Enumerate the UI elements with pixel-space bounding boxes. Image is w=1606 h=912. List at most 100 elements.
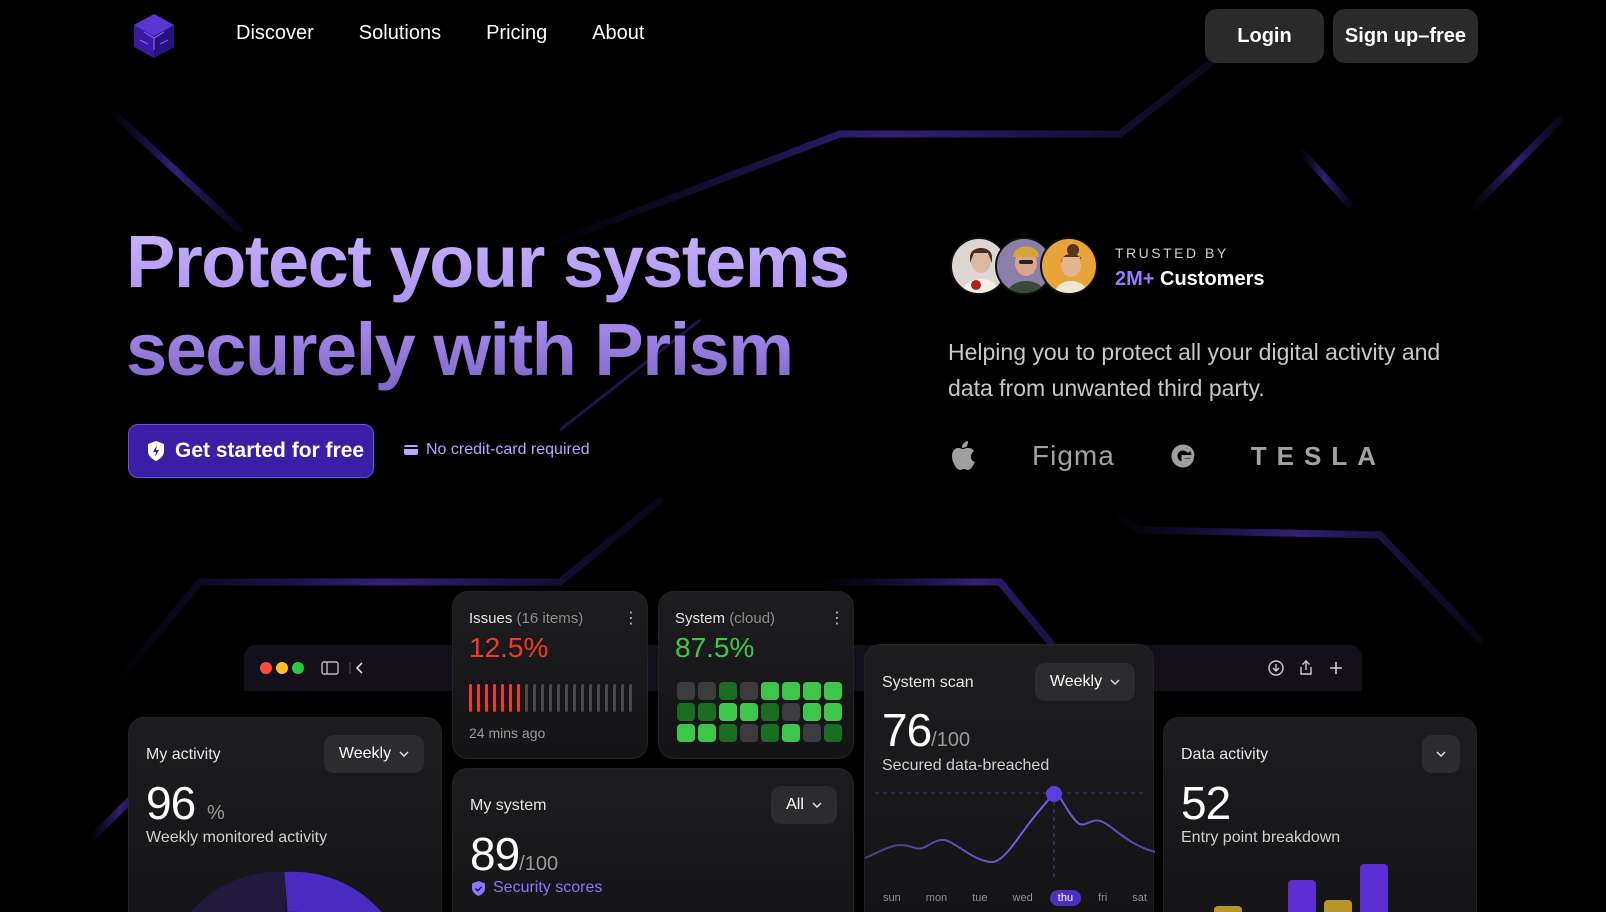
system-scan-score-value: 76 [882, 704, 932, 756]
status-cell [698, 703, 716, 721]
maximize-window-dot[interactable] [292, 662, 304, 674]
no-credit-card-note: No credit-card required [404, 441, 590, 459]
issues-tick-bar [469, 684, 632, 712]
data-activity-title: Data activity [1181, 746, 1269, 763]
issue-tick [469, 684, 472, 712]
nav-pricing[interactable]: Pricing [486, 22, 547, 45]
issues-percentage: 12.5% [469, 632, 549, 663]
my-system-card: My system All 89/100 Security scores [452, 768, 854, 912]
nav-discover[interactable]: Discover [236, 22, 314, 45]
issue-tick [525, 684, 528, 712]
share-icon[interactable] [1296, 658, 1316, 678]
download-icon[interactable] [1266, 658, 1286, 678]
issue-tick [533, 684, 536, 712]
status-cell [803, 703, 821, 721]
nav-solutions[interactable]: Solutions [359, 22, 441, 45]
get-started-button[interactable]: Get started for free [128, 424, 374, 478]
customer-avatars [950, 237, 1100, 295]
more-options-icon[interactable]: ⋮ [829, 608, 845, 628]
issue-tick [605, 684, 608, 712]
issue-tick [597, 684, 600, 712]
activity-donut-chart [190, 871, 382, 912]
data-activity-filter-select[interactable] [1422, 735, 1460, 773]
system-scan-filter-value: Weekly [1049, 673, 1103, 690]
issue-tick [509, 684, 512, 712]
trusted-by-label: TRUSTED BY [1115, 245, 1229, 261]
signup-button[interactable]: Sign up–free [1333, 9, 1478, 63]
issue-tick [493, 684, 496, 712]
trusted-count-suffix: Customers [1154, 268, 1265, 290]
issue-tick [501, 684, 504, 712]
data-activity-value: 52 [1181, 777, 1231, 829]
day-thu[interactable]: thu [1049, 890, 1082, 906]
my-activity-filter-select[interactable]: Weekly [324, 735, 424, 773]
issue-tick [565, 684, 568, 712]
login-button[interactable]: Login [1205, 9, 1324, 63]
plus-icon[interactable] [1326, 658, 1346, 678]
my-activity-title: My activity [146, 746, 221, 763]
my-system-filter-value: All [786, 796, 804, 813]
issues-count: (16 items) [516, 610, 584, 627]
chart-bar [1214, 906, 1242, 912]
trusted-count-number: 2M+ [1115, 268, 1155, 290]
status-cell [677, 703, 695, 721]
security-scores-text: Security scores [493, 879, 603, 896]
issue-tick [629, 684, 632, 712]
day-sat[interactable]: sat [1124, 890, 1155, 906]
prism-logo-icon[interactable] [130, 12, 178, 60]
status-cell [824, 703, 842, 721]
issues-time: 24 mins ago [469, 725, 546, 741]
my-system-filter-select[interactable]: All [771, 786, 837, 824]
status-cell [677, 682, 695, 700]
system-title: System (cloud) [675, 610, 775, 627]
chevron-down-icon [1436, 751, 1446, 757]
nav-about[interactable]: About [592, 22, 644, 45]
status-cell [782, 703, 800, 721]
status-cell [698, 724, 716, 742]
my-activity-filter-value: Weekly [338, 745, 392, 762]
close-window-dot[interactable] [260, 662, 272, 674]
system-scan-title: System scan [882, 674, 974, 691]
sidebar-toggle-icon[interactable] [320, 658, 340, 678]
system-tag: (cloud) [729, 610, 776, 627]
google-logo-icon [1171, 444, 1195, 468]
system-scan-subtitle: Secured data-breached [882, 757, 1050, 774]
day-mon[interactable]: mon [918, 890, 955, 906]
day-tue[interactable]: tue [964, 890, 995, 906]
day-wed[interactable]: wed [1005, 890, 1041, 906]
chart-highlight-point[interactable] [1046, 786, 1062, 802]
no-credit-card-text: No credit-card required [426, 441, 590, 458]
status-cell [719, 703, 737, 721]
issues-title-text: Issues [469, 610, 513, 627]
system-scan-line-chart [865, 786, 1155, 880]
system-title-text: System [675, 610, 726, 627]
hero-description: Helping you to protect all your digital … [948, 339, 1441, 401]
system-scan-score-max: /100 [931, 729, 971, 751]
issues-title: Issues (16 items) [469, 610, 583, 627]
nav-links: Discover Solutions Pricing About [236, 22, 644, 45]
my-activity-value-number: 96 [146, 777, 196, 829]
issue-tick [621, 684, 624, 712]
trusted-count: 2M+ Customers [1115, 268, 1265, 291]
day-fri[interactable]: fri [1090, 890, 1115, 906]
back-chevron-icon[interactable] [348, 658, 368, 678]
day-selector: sun mon tue wed thu fri sat [875, 890, 1155, 906]
data-activity-subtitle: Entry point breakdown [1181, 829, 1341, 846]
chart-series-line [865, 792, 1155, 864]
issues-card: Issues (16 items) ⋮ 12.5% 24 mins ago [452, 591, 648, 759]
hero-title: Protect your systems securely with Prism [126, 218, 886, 394]
status-cell [824, 682, 842, 700]
minimize-window-dot[interactable] [276, 662, 288, 674]
issue-tick [549, 684, 552, 712]
issue-tick [477, 684, 480, 712]
top-navigation: Discover Solutions Pricing About Login S… [0, 0, 1606, 72]
system-scan-filter-select[interactable]: Weekly [1035, 663, 1135, 701]
status-cell [761, 682, 779, 700]
status-cell [782, 682, 800, 700]
more-options-icon[interactable]: ⋮ [623, 608, 639, 628]
shield-check-icon [472, 880, 485, 896]
issue-tick [613, 684, 616, 712]
issue-tick [541, 684, 544, 712]
system-scan-score: 76/100 [882, 703, 970, 757]
day-sun[interactable]: sun [875, 890, 909, 906]
